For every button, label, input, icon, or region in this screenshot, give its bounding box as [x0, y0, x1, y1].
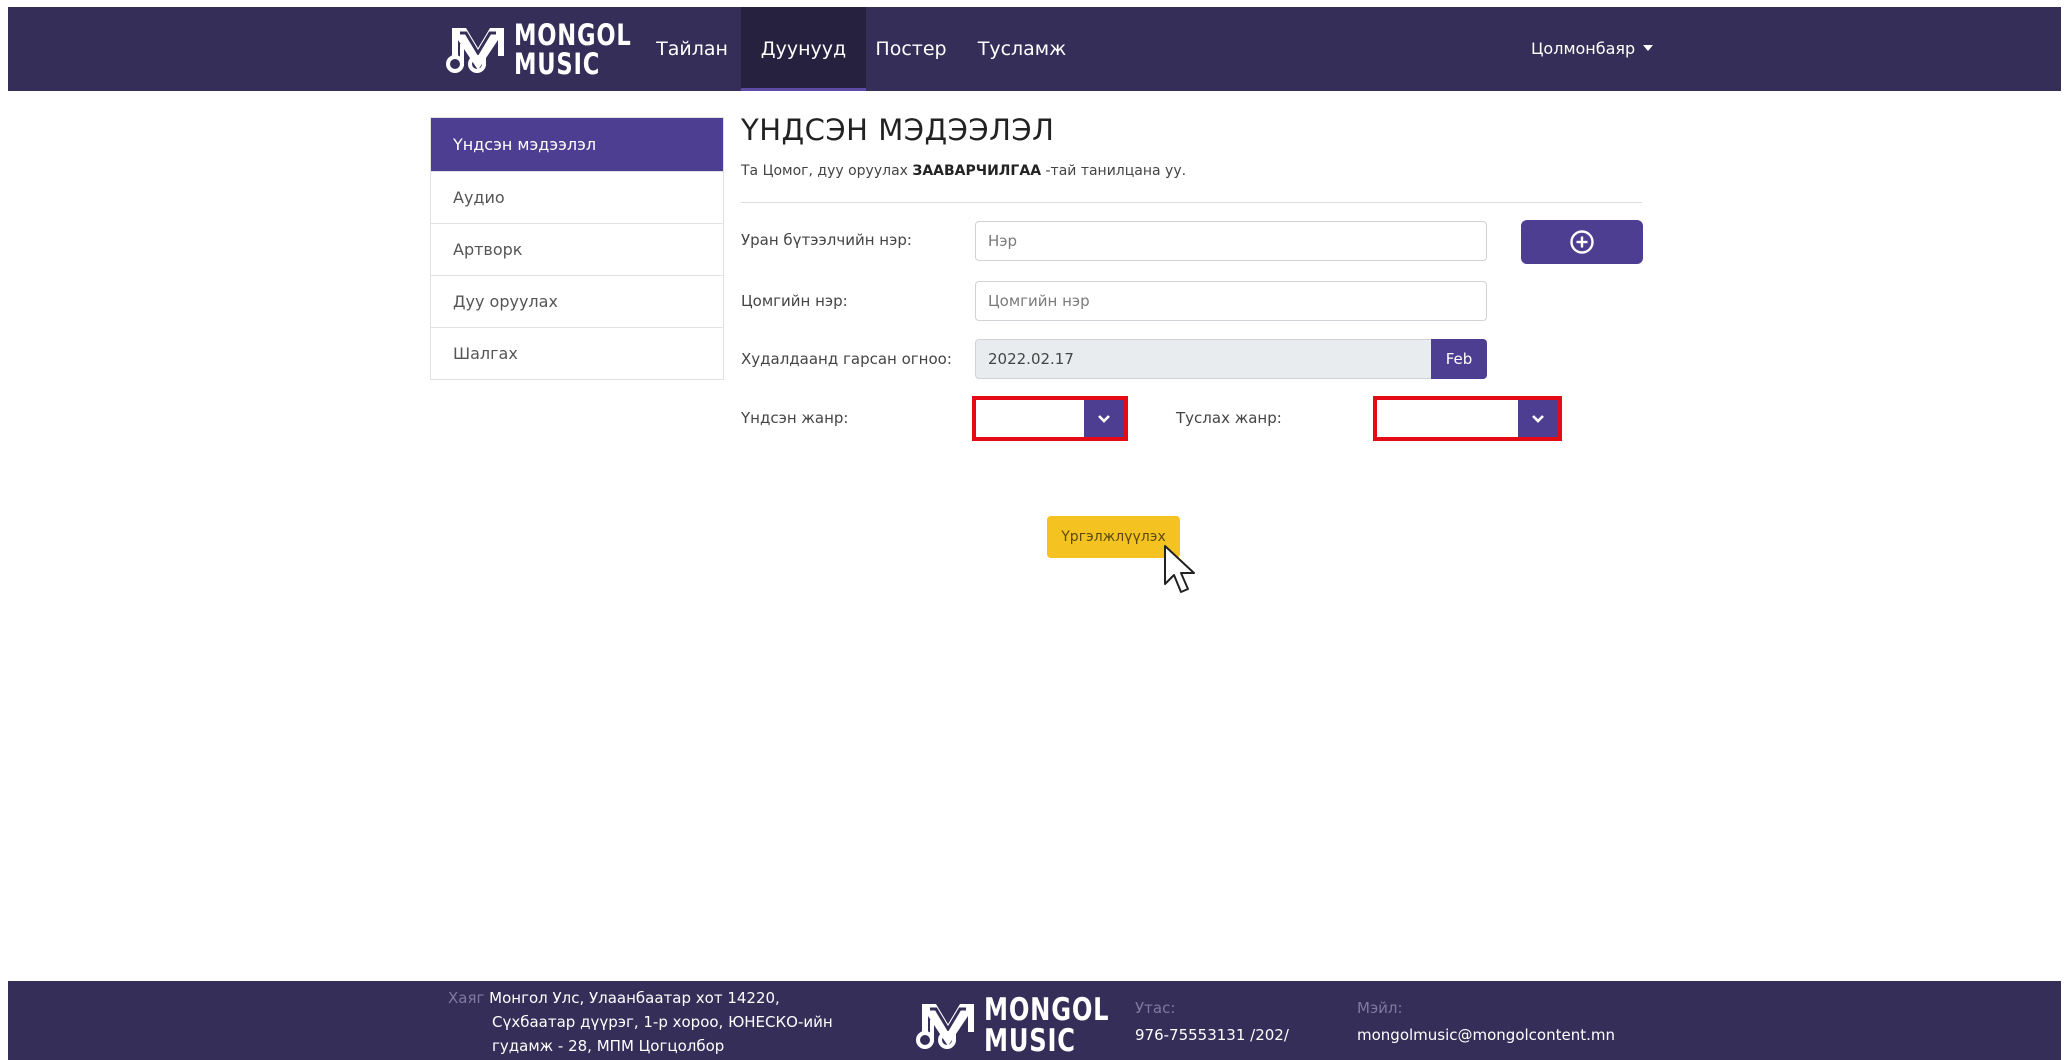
footer-phone-label: Утас: — [1135, 999, 1176, 1017]
footer-phone-value: 976-75553131 /202/ — [1135, 1026, 1289, 1044]
user-name: Цолмонбаяр — [1531, 39, 1636, 58]
nav-link-poster[interactable]: Постер — [866, 7, 956, 91]
release-date-label: Худалдаанд гарсан огноо: — [741, 350, 952, 368]
footer-email-label: Мэйл: — [1357, 999, 1403, 1017]
nav-link-songs[interactable]: Дуунууд — [741, 7, 866, 91]
main-genre-select[interactable] — [972, 396, 1128, 441]
logo-line-1: MONGOL — [514, 18, 632, 52]
plus-circle-icon — [1570, 230, 1594, 254]
add-artist-button[interactable] — [1521, 220, 1643, 264]
mouse-pointer-icon — [1164, 545, 1195, 593]
artist-name-label: Уран бүтээлчийн нэр: — [741, 231, 912, 249]
chevron-down-icon — [1098, 414, 1110, 423]
footer-address-line-1: Хаяг Монгол Улс, Улаанбаатар хот 14220, — [448, 989, 780, 1007]
sub-genre-select[interactable] — [1373, 396, 1562, 441]
notice-prefix: Та Цомог, дуу оруулах — [741, 163, 908, 179]
sidebar-item-upload-song[interactable]: Дуу оруулах — [431, 275, 723, 327]
album-name-label: Цомгийн нэр: — [741, 292, 848, 310]
notice-emphasis: ЗААВАРЧИЛГАА — [912, 163, 1042, 179]
footer-logo-line-1: MONGOL — [984, 992, 1110, 1028]
footer: Хаяг Монгол Улс, Улаанбаатар хот 14220, … — [8, 981, 2061, 1060]
mongol-music-logo-icon — [446, 28, 504, 73]
frame-top — [0, 0, 2069, 7]
page-title: ҮНДСЭН МЭДЭЭЛЭЛ — [741, 113, 1055, 147]
chevron-down-icon — [1532, 414, 1544, 423]
footer-address-line-3: гудамж - 28, МПМ Цогцолбор — [492, 1037, 725, 1055]
footer-logo-words: MONGOL MUSIC — [984, 995, 1145, 1057]
caret-down-icon — [1643, 44, 1654, 51]
sidebar-item-artwork[interactable]: Артворк — [431, 223, 723, 275]
album-name-input[interactable] — [975, 281, 1487, 321]
footer-logo-line-2: MUSIC — [984, 1023, 1076, 1059]
frame-left — [0, 0, 8, 1060]
user-menu[interactable]: Цолмонбаяр — [1531, 7, 1654, 91]
sub-genre-dropdown-arrow[interactable] — [1518, 400, 1558, 437]
footer-address-text-1: Монгол Улс, Улаанбаатар хот 14220, — [489, 989, 780, 1007]
main-genre-dropdown-arrow[interactable] — [1084, 400, 1124, 437]
release-month-button[interactable]: Feb — [1431, 339, 1487, 379]
footer-logo: MONGOL MUSIC — [916, 995, 1145, 1057]
nav-link-help[interactable]: Тусламж — [966, 7, 1078, 91]
continue-button[interactable]: Үргэлжлүүлэх — [1047, 516, 1180, 558]
sub-genre-label: Туслах жанр: — [1176, 409, 1282, 427]
logo-line-2: MUSIC — [514, 47, 601, 81]
navbar: MONGOL MUSIC Тайлан Дуунууд Постер Тусла… — [8, 7, 2061, 91]
artist-name-input[interactable] — [975, 221, 1487, 261]
footer-address-label: Хаяг — [448, 989, 485, 1007]
sidebar-item-review[interactable]: Шалгах — [431, 327, 723, 379]
instruction-notice: Та Цомог, дуу оруулах ЗААВАРЧИЛГАА -тай … — [741, 163, 1186, 179]
logo-words: MONGOL MUSIC — [514, 21, 665, 79]
release-date-input[interactable] — [975, 339, 1431, 379]
sidebar-item-audio[interactable]: Аудио — [431, 171, 723, 223]
footer-address-line-2: Сүхбаатар дүүрэг, 1-р хороо, ЮНЕСКО-ийн — [492, 1013, 833, 1031]
notice-suffix: -тай танилцана уу. — [1045, 163, 1187, 179]
nav-logo[interactable]: MONGOL MUSIC — [446, 21, 665, 79]
nav-link-report[interactable]: Тайлан — [649, 7, 735, 91]
divider — [741, 202, 1642, 203]
frame-right — [2061, 0, 2069, 1060]
mongol-music-logo-icon — [916, 1004, 974, 1049]
footer-email-link[interactable]: mongolmusic@mongolcontent.mn — [1357, 1026, 1615, 1044]
main-genre-label: Үндсэн жанр: — [741, 409, 849, 427]
sidebar: Үндсэн мэдээлэл Аудио Артворк Дуу оруула… — [430, 117, 724, 380]
sidebar-item-basic-info[interactable]: Үндсэн мэдээлэл — [431, 118, 723, 171]
